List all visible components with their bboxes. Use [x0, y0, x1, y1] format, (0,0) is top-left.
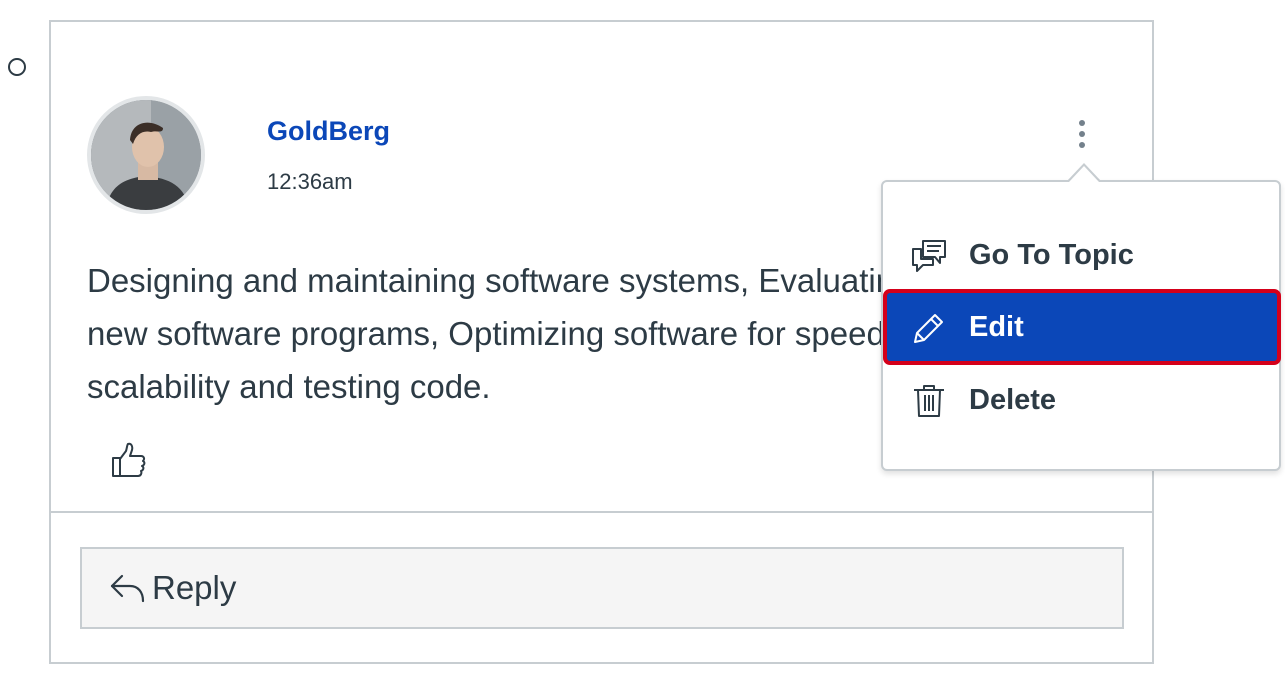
- discussion-icon: [909, 235, 949, 275]
- menu-item-edit[interactable]: Edit: [883, 289, 1281, 365]
- menu-caret-fill: [1069, 166, 1099, 182]
- author-name[interactable]: GoldBerg: [267, 116, 390, 147]
- menu-item-go-to-topic[interactable]: Go To Topic: [885, 220, 1279, 290]
- more-options-icon[interactable]: [1069, 112, 1095, 156]
- select-radio[interactable]: [8, 58, 26, 76]
- menu-item-label: Edit: [969, 310, 1024, 343]
- reply-arrow-icon: [108, 568, 148, 608]
- reply-button[interactable]: Reply: [80, 547, 1124, 629]
- trash-icon: [909, 380, 949, 420]
- thumbs-up-icon[interactable]: [109, 440, 149, 480]
- options-menu: Go To Topic Edit Delete: [881, 180, 1281, 471]
- avatar[interactable]: [87, 96, 205, 214]
- divider: [51, 511, 1152, 513]
- menu-item-label: Delete: [969, 383, 1057, 416]
- pencil-icon: [909, 307, 949, 347]
- menu-item-delete[interactable]: Delete: [885, 365, 1279, 435]
- reply-label: Reply: [152, 569, 237, 606]
- menu-item-label: Go To Topic: [969, 238, 1134, 271]
- post-timestamp: 12:36am: [267, 169, 353, 194]
